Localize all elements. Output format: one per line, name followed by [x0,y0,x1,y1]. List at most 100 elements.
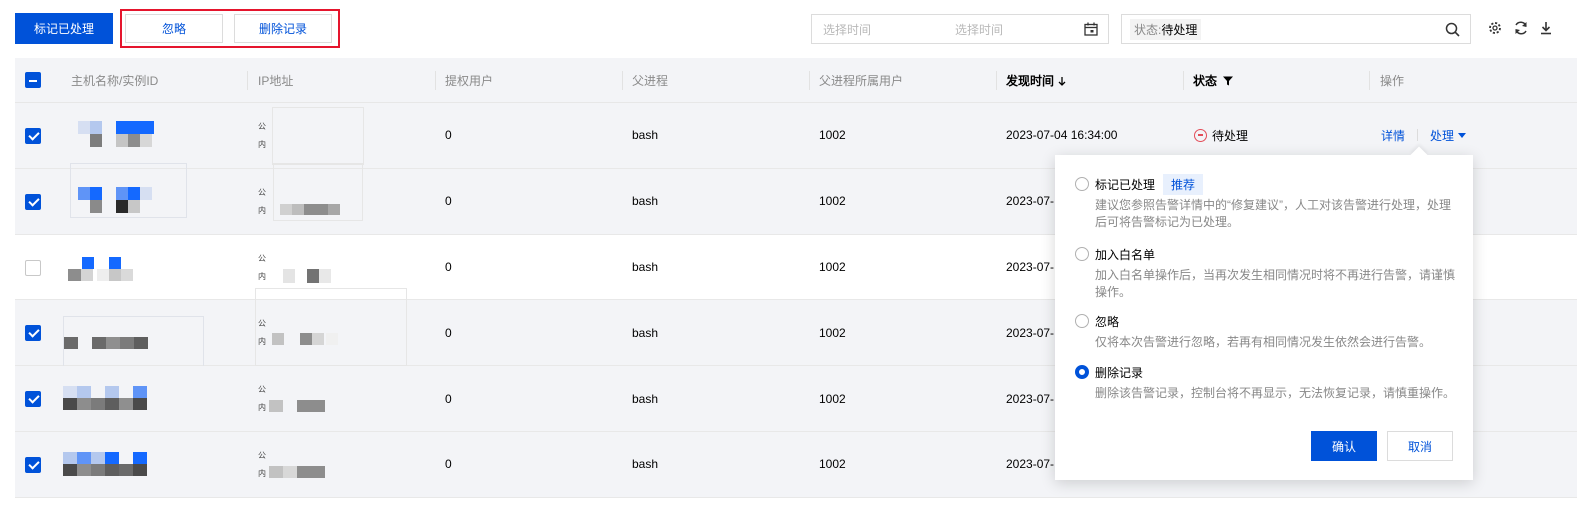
option-ignore[interactable]: 忽略 仅将本次告警进行忽略，若再有相同情况发生依然会进行告警。 [1075,312,1455,351]
search-icon[interactable] [1445,22,1460,37]
ip-public-tag: 公 [258,253,266,263]
col-parent-user: 父进程所属用户 [819,74,904,88]
radio-delete-record[interactable] [1075,365,1089,379]
ip-masked [273,162,363,221]
ip-public-tag: 公 [258,385,266,395]
download-icon[interactable] [1538,20,1554,36]
option-desc: 仅将本次告警进行忽略，若再有相同情况发生依然会进行告警。 [1095,335,1432,349]
radio-whitelist[interactable] [1075,247,1089,261]
cancel-button[interactable]: 取消 [1387,431,1453,461]
date-range-picker[interactable]: 选择时间 选择时间 [811,14,1109,44]
option-title: 删除记录 [1095,365,1144,380]
detail-link[interactable]: 详情 [1381,127,1405,144]
option-delete-record[interactable]: 删除记录 删除该告警记录，控制台将不再显示，无法恢复记录，请慎重操作。 [1075,363,1455,402]
filter-icon[interactable] [1222,75,1234,87]
toolbar: 标记已处理 忽略 删除记录 选择时间 选择时间 状态:待处理 [0,0,1577,58]
gear-icon[interactable] [1487,20,1503,36]
parent-process-cell: bash [632,194,659,209]
parent-user-cell: 1002 [819,259,846,274]
priv-user-cell: 0 [445,325,452,340]
priv-user-cell: 0 [445,259,452,274]
process-dropdown[interactable]: 处理 [1430,127,1454,144]
parent-user-cell: 1002 [819,457,846,472]
option-mark-processed[interactable]: 标记已处理 推荐 建议您参照告警详情中的“修复建议”，人工对该告警进行处理，处理… [1075,173,1455,231]
calendar-icon[interactable] [1084,22,1098,36]
ip-public-tag: 公 [258,187,266,197]
parent-process-cell: bash [632,325,659,340]
parent-user-cell: 1002 [819,128,846,143]
process-popover: 标记已处理 推荐 建议您参照告警详情中的“修复建议”，人工对该告警进行处理，处理… [1055,155,1473,480]
chevron-down-icon[interactable] [1458,132,1467,138]
parent-process-cell: bash [632,457,659,472]
sort-down-icon[interactable] [1057,75,1067,87]
ip-address-cell: 公 内 [255,432,375,497]
col-status[interactable]: 状态 [1193,58,1234,103]
ip-public-tag: 公 [258,450,266,460]
col-found-time[interactable]: 发现时间 [1006,58,1067,103]
ip-public-tag: 公 [258,122,266,131]
ip-masked [273,268,343,287]
ip-masked [255,288,407,367]
ip-address-cell: 公 内 [255,103,375,168]
ip-address-cell: 公 内 [255,366,375,431]
host-name-masked [63,451,153,482]
mark-processed-button[interactable]: 标记已处理 [15,13,113,44]
found-time-cell: 2023-07- [1006,457,1055,472]
row-checkbox[interactable] [25,259,41,276]
option-title: 标记已处理 [1095,177,1156,192]
date-end-input[interactable]: 选择时间 [944,21,1076,38]
priv-user-cell: 0 [445,457,452,472]
col-actions: 操作 [1380,74,1405,88]
option-title: 忽略 [1095,314,1120,329]
ip-private-tag: 内 [258,468,266,478]
parent-user-cell: 1002 [819,391,846,406]
radio-ignore[interactable] [1075,314,1089,328]
host-name-masked [70,109,185,164]
ip-address-cell: 公 内 [255,288,407,367]
col-host: 主机名称/实例ID [71,74,159,88]
ip-address-cell: 公 内 [255,162,375,234]
col-priv-user: 提权用户 [445,74,494,88]
ip-private-tag: 内 [258,403,266,413]
option-title: 加入白名单 [1095,247,1156,262]
parent-user-cell: 1002 [819,325,846,340]
row-checkbox[interactable] [25,325,41,342]
ip-private-tag: 内 [258,271,266,281]
table-header: 主机名称/实例ID IP地址 提权用户 父进程 父进程所属用户 发现时间 状态 … [15,58,1577,103]
found-time-cell: 2023-07- [1006,391,1055,406]
option-whitelist[interactable]: 加入白名单 加入白名单操作后，当再次发生相同情况时将不再进行告警，请谨慎操作。 [1075,245,1455,301]
priv-user-cell: 0 [445,128,452,143]
confirm-button[interactable]: 确认 [1311,431,1377,461]
radio-mark-processed[interactable] [1075,177,1089,191]
option-desc: 加入白名单操作后，当再次发生相同情况时将不再进行告警，请谨慎操作。 [1095,268,1456,299]
parent-user-cell: 1002 [819,194,846,209]
row-checkbox[interactable] [25,391,41,408]
delete-record-button[interactable]: 删除记录 [234,14,332,43]
row-checkbox[interactable] [25,193,41,210]
ip-masked [269,465,339,482]
found-time-cell: 2023-07- [1006,259,1055,274]
recommend-tag: 推荐 [1163,173,1204,195]
parent-process-cell: bash [632,128,659,143]
row-checkbox[interactable] [25,456,41,473]
priv-user-cell: 0 [445,391,452,406]
col-parent-process: 父进程 [632,74,669,88]
row-checkbox[interactable] [25,128,41,144]
ip-private-tag: 内 [258,140,266,149]
filter-tag[interactable]: 状态:待处理 [1130,18,1202,40]
search-input[interactable]: 状态:待处理 [1121,14,1471,44]
date-start-input[interactable]: 选择时间 [812,21,944,38]
host-name-masked [67,245,147,285]
ip-masked [272,107,364,165]
ignore-button[interactable]: 忽略 [125,14,223,43]
select-all-checkbox[interactable] [25,72,41,88]
found-time-cell: 2023-07- [1006,325,1055,340]
host-name-masked [70,162,187,218]
pending-icon [1194,128,1207,142]
parent-process-cell: bash [632,391,659,406]
host-name-masked [63,386,153,416]
refresh-icon[interactable] [1513,20,1529,36]
col-ip: IP地址 [258,74,294,88]
priv-user-cell: 0 [445,194,452,209]
found-time-cell: 2023-07- [1006,194,1055,209]
